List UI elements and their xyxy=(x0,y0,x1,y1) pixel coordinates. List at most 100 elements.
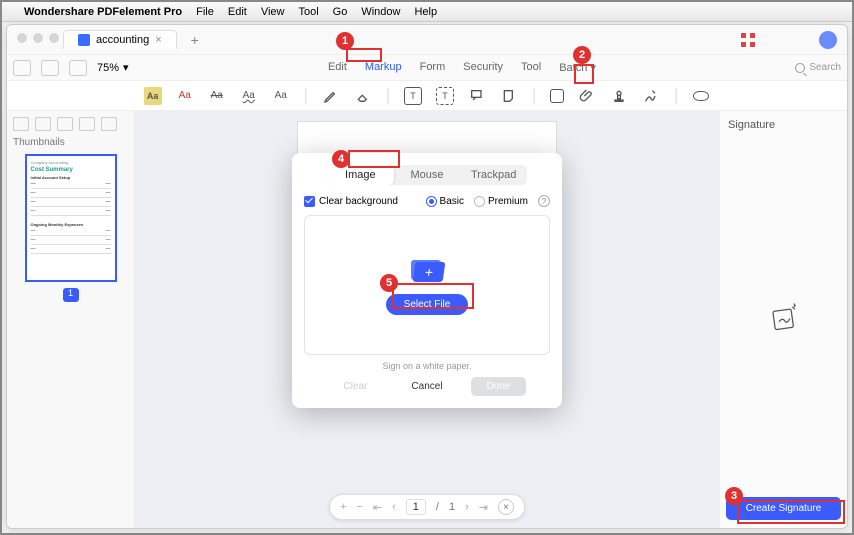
apps-grid-icon[interactable] xyxy=(741,33,755,47)
panel-toggle-left-icon[interactable] xyxy=(13,60,31,76)
zoom-in-button[interactable]: + xyxy=(340,501,346,513)
clear-background-checkbox[interactable]: Clear background xyxy=(304,196,398,207)
modal-tabs: Image Mouse Trackpad xyxy=(327,165,527,185)
chevron-down-icon: ▾ xyxy=(123,61,129,74)
annotation-box-3 xyxy=(737,500,845,524)
first-page-button[interactable]: ⇤ xyxy=(373,501,382,514)
annotation-box-1 xyxy=(346,48,382,62)
left-sidebar: Thumbnails Company Accounting Cost Summa… xyxy=(7,111,135,528)
annotation-badge-2: 2 xyxy=(573,46,591,64)
page-thumbnail[interactable]: Company Accounting Cost Summary Initial … xyxy=(25,154,117,282)
callout-icon[interactable] xyxy=(468,87,486,105)
menu-window[interactable]: Window xyxy=(361,6,400,18)
tab-title: accounting xyxy=(96,34,149,46)
annotation-badge-3: 3 xyxy=(725,487,743,505)
search-icon xyxy=(795,63,805,73)
right-sidebar: Signature Create Signature xyxy=(719,111,847,528)
mode-form[interactable]: Form xyxy=(420,61,446,74)
annotation-badge-1: 1 xyxy=(336,32,354,50)
annotation-badge-4: 4 xyxy=(332,150,350,168)
sidebar-tab-thumb-icon[interactable] xyxy=(13,117,29,131)
mode-menu: Edit Markup Form Security Tool Batch ▾ xyxy=(328,61,596,74)
squiggly-icon[interactable]: Aa xyxy=(240,87,258,105)
signature-modal: Image Mouse Trackpad Clear background Ba… xyxy=(292,153,562,408)
text-frame-icon[interactable]: T xyxy=(436,87,454,105)
modal-clear-button[interactable]: Clear xyxy=(328,377,384,396)
search-box[interactable]: Search xyxy=(795,62,841,73)
pdf-doc-icon xyxy=(78,34,90,46)
window-controls[interactable] xyxy=(17,33,59,43)
shape-rect-icon[interactable] xyxy=(550,89,564,103)
page-navigator: + − ⇤ ‹ 1 / 1 › ⇥ × xyxy=(329,494,525,520)
checkbox-icon xyxy=(304,196,315,207)
attachment-icon[interactable] xyxy=(578,87,596,105)
annotation-box-4 xyxy=(348,150,400,168)
radio-on-icon xyxy=(426,196,437,207)
last-page-button[interactable]: ⇥ xyxy=(479,501,488,514)
mode-tool[interactable]: Tool xyxy=(521,61,541,74)
panel-toggle-thumb-icon[interactable] xyxy=(41,60,59,76)
sidebar-title: Thumbnails xyxy=(13,137,128,148)
add-tab-button[interactable]: + xyxy=(185,32,205,48)
annotation-box-2 xyxy=(574,64,594,84)
sidebar-tab-attach-icon[interactable] xyxy=(101,117,117,131)
help-icon[interactable]: ? xyxy=(538,195,550,207)
plan-basic-radio[interactable]: Basic xyxy=(426,196,464,207)
modal-tab-image[interactable]: Image xyxy=(327,165,394,185)
modal-tab-trackpad[interactable]: Trackpad xyxy=(460,165,527,185)
primary-toolbar: 75% ▾ Edit Markup Form Security Tool Bat… xyxy=(7,55,847,81)
textbox-icon[interactable]: T xyxy=(404,87,422,105)
menu-go[interactable]: Go xyxy=(333,6,348,18)
document-tabbar: accounting × + xyxy=(7,25,847,55)
zoom-value: 75% xyxy=(97,62,119,74)
modal-tab-mouse[interactable]: Mouse xyxy=(394,165,461,185)
zoom-out-button[interactable]: − xyxy=(356,501,362,513)
menu-view[interactable]: View xyxy=(261,6,285,18)
strikethrough-icon[interactable]: Aa xyxy=(208,87,226,105)
menu-edit[interactable]: Edit xyxy=(228,6,247,18)
sidebar-tab-outline-icon[interactable] xyxy=(57,117,73,131)
panel-toggle-right-icon[interactable] xyxy=(69,60,87,76)
app-title: Wondershare PDFelement Pro xyxy=(24,6,182,18)
mode-markup[interactable]: Markup xyxy=(365,61,402,74)
annotation-badge-5: 5 xyxy=(380,274,398,292)
highlight-icon[interactable]: Aa xyxy=(144,87,162,105)
mode-edit[interactable]: Edit xyxy=(328,61,347,74)
stamp-icon[interactable] xyxy=(610,87,628,105)
page-total: 1 xyxy=(449,501,455,513)
app-window: accounting × + 75% ▾ Edit Markup Form Se… xyxy=(6,24,848,529)
prev-page-button[interactable]: ‹ xyxy=(392,501,396,513)
search-placeholder: Search xyxy=(809,62,841,73)
sidebar-tab-bookmark-icon[interactable] xyxy=(35,117,51,131)
menu-tool[interactable]: Tool xyxy=(298,6,318,18)
next-page-button[interactable]: › xyxy=(465,501,469,513)
plan-premium-radio[interactable]: Premium xyxy=(474,196,528,207)
visibility-icon[interactable] xyxy=(692,87,710,105)
page-current[interactable]: 1 xyxy=(406,499,426,515)
menu-help[interactable]: Help xyxy=(414,6,437,18)
underline-icon[interactable]: Aa xyxy=(176,87,194,105)
menu-file[interactable]: File xyxy=(196,6,214,18)
pencil-icon[interactable] xyxy=(322,87,340,105)
thumbnail-page-number: 1 xyxy=(63,288,79,302)
user-avatar[interactable] xyxy=(819,31,837,49)
insert-text-icon[interactable]: Aa xyxy=(272,87,290,105)
signature-empty-icon xyxy=(764,298,804,341)
annotation-box-5 xyxy=(392,283,474,309)
mode-security[interactable]: Security xyxy=(463,61,503,74)
sticky-note-icon[interactable] xyxy=(500,87,518,105)
mac-menubar: Wondershare PDFelement Pro File Edit Vie… xyxy=(2,2,852,22)
modal-done-button[interactable]: Done xyxy=(471,377,527,396)
right-panel-title: Signature xyxy=(728,119,839,131)
doc-tab-accounting[interactable]: accounting × xyxy=(63,30,177,49)
modal-hint: Sign on a white paper. xyxy=(304,361,550,371)
folder-upload-icon: + xyxy=(411,256,443,284)
zoom-dropdown[interactable]: 75% ▾ xyxy=(97,61,129,74)
markup-toolbar: Aa Aa Aa Aa Aa | | T T | | xyxy=(7,81,847,111)
close-navigator-button[interactable]: × xyxy=(498,499,514,515)
eraser-icon[interactable] xyxy=(354,87,372,105)
signature-tool-icon[interactable] xyxy=(642,87,660,105)
sidebar-tab-annot-icon[interactable] xyxy=(79,117,95,131)
close-tab-icon[interactable]: × xyxy=(155,34,161,46)
modal-cancel-button[interactable]: Cancel xyxy=(395,377,458,396)
